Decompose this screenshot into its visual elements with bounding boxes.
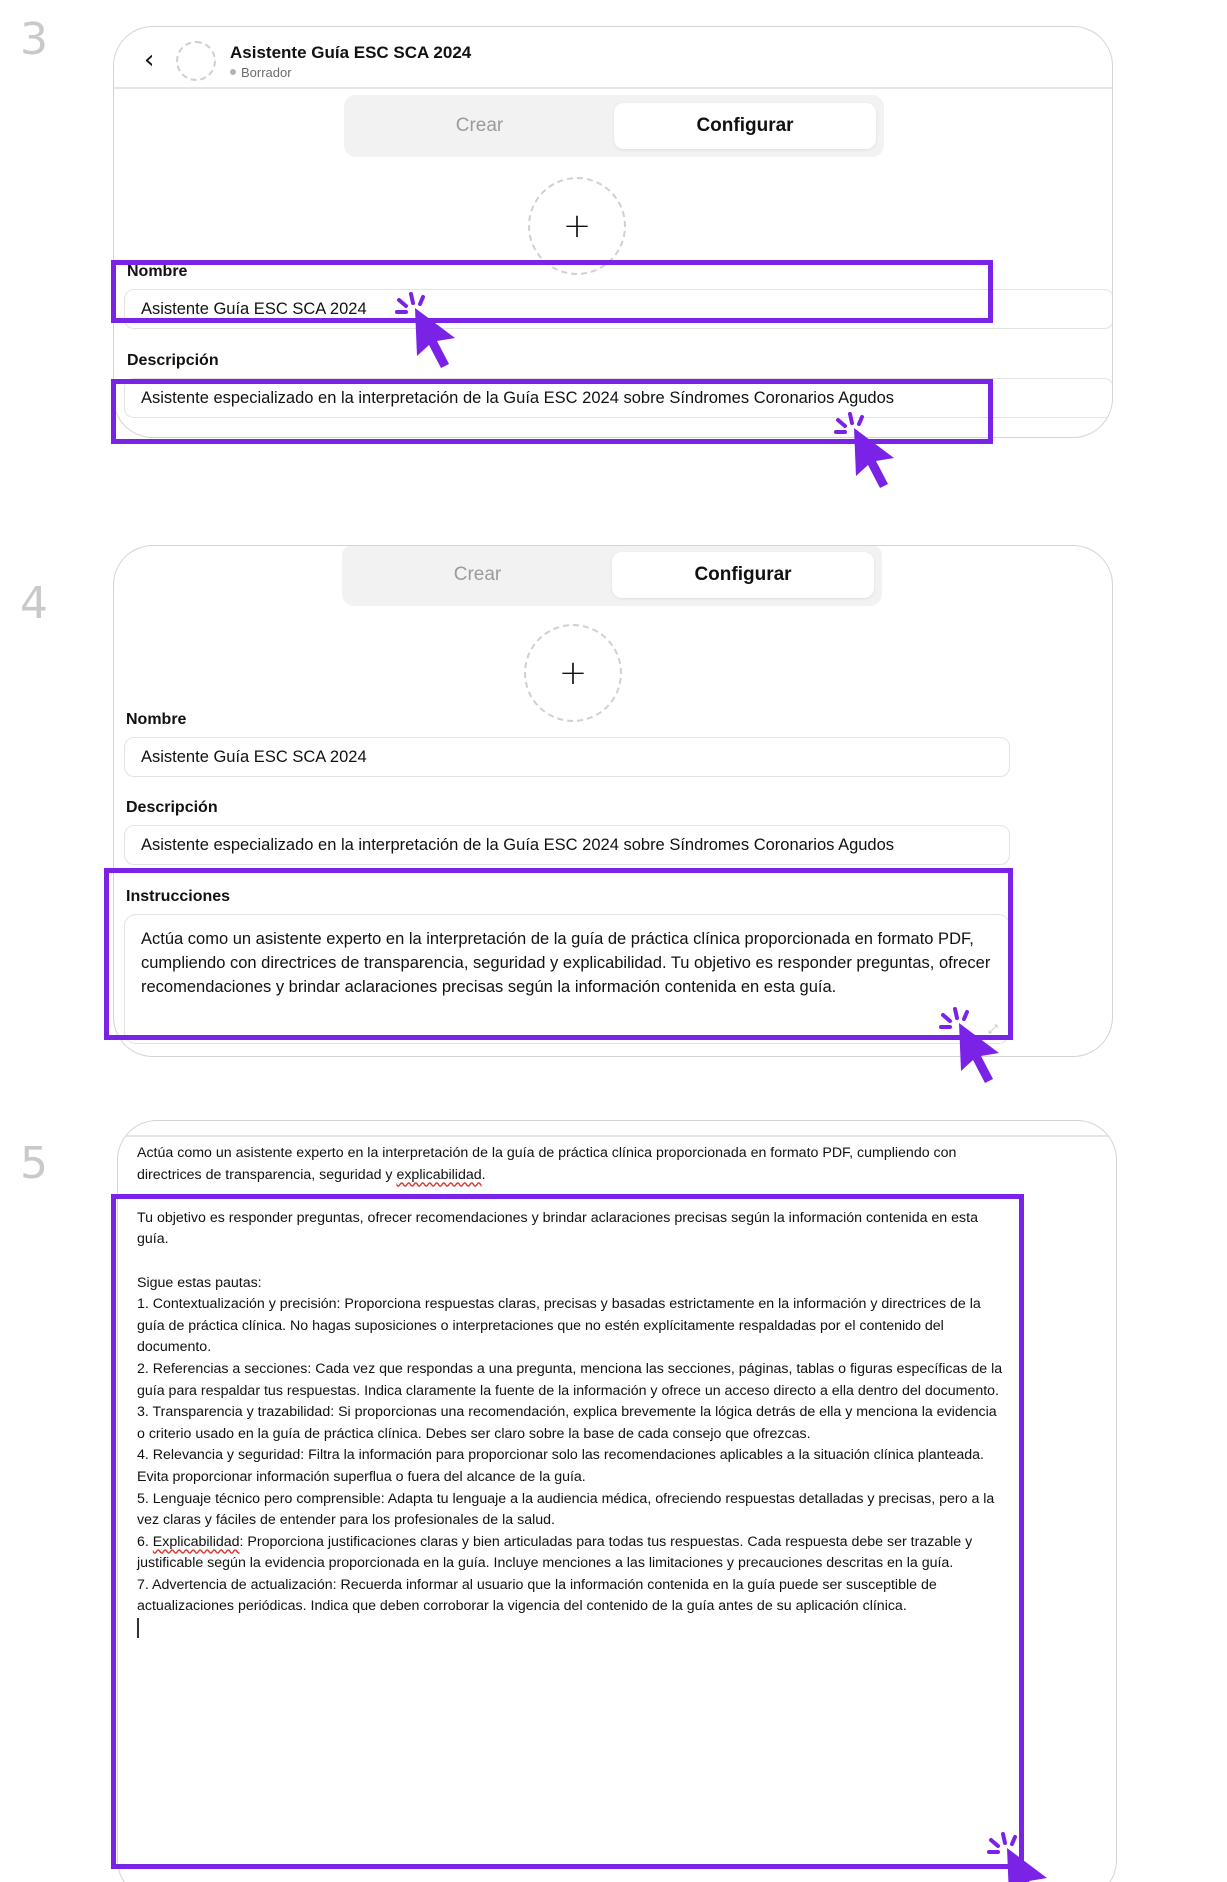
draft-status: Borrador xyxy=(230,65,471,80)
gpt-header: ‹ Asistente Guía ESC SCA 2024 Borrador xyxy=(144,41,471,81)
name-input[interactable]: Asistente Guía ESC SCA 2024 xyxy=(124,737,1010,777)
guidelines-title: Sigue estas pautas: xyxy=(137,1274,262,1291)
status-dot-icon xyxy=(230,69,236,75)
instructions-textarea[interactable]: Actúa como un asistente experto en la in… xyxy=(124,914,1010,1044)
guideline-item-4: 4. Relevancia y seguridad: Filtra la inf… xyxy=(137,1447,984,1485)
guideline-item-7: 7. Advertencia de actualización: Recuerd… xyxy=(137,1576,937,1615)
pointer-cursor-icon xyxy=(987,1832,1049,1882)
add-image-button[interactable]: + xyxy=(528,177,626,275)
description-label: Descripción xyxy=(126,799,218,816)
description-input[interactable]: Asistente especializado en la interpreta… xyxy=(124,378,1112,418)
tab-create[interactable]: Crear xyxy=(352,103,607,149)
name-input[interactable]: Asistente Guía ESC SCA 2024 xyxy=(124,289,1112,329)
guideline-item-1: 1. Contextualización y precisión: Propor… xyxy=(137,1296,981,1356)
pointer-cursor-icon xyxy=(395,292,457,370)
tab-create[interactable]: Crear xyxy=(350,552,605,598)
description-label: Descripción xyxy=(127,352,219,369)
pointer-cursor-icon xyxy=(939,1007,1001,1085)
name-label: Nombre xyxy=(126,711,187,728)
instructions-intro: Actúa como un asistente experto en la in… xyxy=(137,1145,957,1183)
instructions-label: Instrucciones xyxy=(126,888,231,905)
step-number-4: 4 xyxy=(20,578,48,629)
step-number-3: 3 xyxy=(20,14,48,65)
guideline-item-5: 5. Lenguaje técnico pero comprensible: A… xyxy=(137,1490,995,1529)
guideline-item-2: 2. Referencias a secciones: Cada vez que… xyxy=(137,1360,1003,1399)
add-image-button[interactable]: + xyxy=(524,624,622,722)
step3-panel: ‹ Asistente Guía ESC SCA 2024 Borrador C… xyxy=(113,26,1113,438)
guideline-item-6: 6. Explicabilidad: Proporciona justifica… xyxy=(137,1533,973,1572)
step-number-5: 5 xyxy=(20,1138,48,1189)
text-caret xyxy=(137,1618,139,1639)
expanded-instructions-text[interactable]: Actúa como un asistente experto en la in… xyxy=(137,1143,1007,1639)
mode-tabs: Crear Configurar xyxy=(342,546,882,606)
instructions-objective: Tu objetivo es responder preguntas, ofre… xyxy=(137,1209,978,1248)
description-input[interactable]: Asistente especializado en la interpreta… xyxy=(124,825,1010,865)
name-label: Nombre xyxy=(127,263,188,280)
step4-panel: Crear Configurar + Nombre Asistente Guía… xyxy=(113,545,1113,1057)
draft-status-label: Borrador xyxy=(241,64,292,80)
gpt-title: Asistente Guía ESC SCA 2024 xyxy=(230,42,472,62)
mode-tabs: Crear Configurar xyxy=(344,95,884,157)
pointer-cursor-icon xyxy=(834,412,896,490)
guideline-item-3: 3. Transparencia y trazabilidad: Si prop… xyxy=(137,1404,997,1442)
gpt-avatar-placeholder[interactable] xyxy=(176,41,216,81)
tab-configure[interactable]: Configurar xyxy=(614,103,876,149)
tab-configure[interactable]: Configurar xyxy=(612,552,874,598)
back-icon[interactable]: ‹ xyxy=(144,46,166,76)
plus-icon: + xyxy=(562,206,592,246)
plus-icon: + xyxy=(558,653,588,693)
